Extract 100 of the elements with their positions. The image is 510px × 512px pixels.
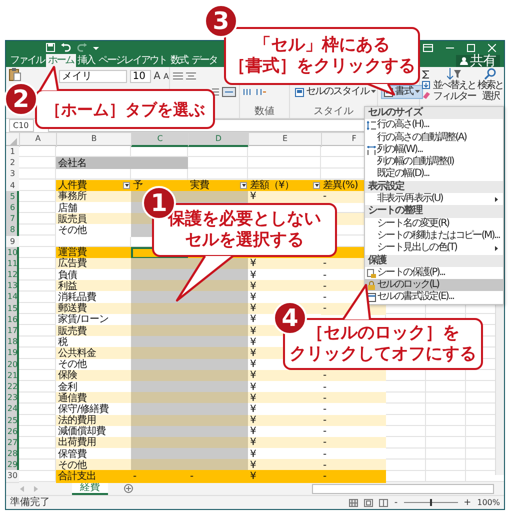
table-cell: ¥ <box>248 280 321 292</box>
table-cell: - <box>131 470 188 483</box>
table-cell: 販売員 <box>56 213 131 226</box>
row-number: 9 <box>6 236 19 248</box>
ribbon-tab[interactable]: ホーム <box>46 54 76 67</box>
table-cell: ¥ <box>248 392 321 404</box>
zoom-in-button[interactable]: + <box>464 498 472 508</box>
row-number: 23 <box>6 392 19 404</box>
row-number: 13 <box>6 280 19 292</box>
row-number: 26 <box>6 426 19 438</box>
row-number: 8 <box>6 224 19 237</box>
table-cell: 法的費用 <box>56 414 131 427</box>
table-cell: ¥ <box>248 370 321 382</box>
table-cell: 負債 <box>56 269 131 282</box>
column-header[interactable]: C <box>131 133 188 147</box>
table-cell: その他 <box>56 459 131 472</box>
menu-section-header: 保護 <box>365 254 503 267</box>
table-cell: ¥ <box>248 291 321 304</box>
ribbon-tab[interactable]: 数式 <box>168 54 190 67</box>
row-number: 24 <box>6 403 19 416</box>
ribbon-tab[interactable]: ファイル <box>8 54 46 67</box>
table-cell: ¥ <box>248 190 321 203</box>
table-cell: ¥ <box>248 470 321 483</box>
table-cell: - <box>321 426 386 438</box>
row-number: 5 <box>6 190 19 203</box>
table-cell: 販売費 <box>56 325 131 338</box>
table-cell: 郵送費 <box>56 302 131 315</box>
table-cell: 減価償却費 <box>56 426 131 438</box>
table-cell: - <box>321 470 386 483</box>
grow-font-button[interactable]: A <box>154 70 161 82</box>
row-number: 17 <box>6 325 19 338</box>
table-cell: - <box>321 403 386 416</box>
column-header-label: 実費 <box>190 180 209 192</box>
ribbon-tab[interactable]: データ <box>190 54 219 67</box>
shrink-font-button[interactable]: A <box>164 72 169 80</box>
table-cell: ¥ <box>248 403 321 416</box>
column-header-label: 人件費 <box>58 180 86 192</box>
table-cell: - <box>188 470 248 483</box>
callout: ［ホーム］タブを選ぶ <box>35 89 215 129</box>
table-cell: 通信費 <box>56 392 131 404</box>
step-number-badge: 3 <box>204 4 238 38</box>
table-cell: 消耗品費 <box>56 291 131 304</box>
menu-section-header: シートの整理 <box>365 205 503 218</box>
table-cell: ¥ <box>248 448 321 460</box>
table-cell: ¥ <box>248 459 321 472</box>
group-label: 数値 <box>254 106 274 117</box>
table-cell: - <box>321 370 386 382</box>
table-cell: - <box>321 414 386 427</box>
row-number: 19 <box>6 347 19 360</box>
table-cell: 会社名 <box>56 157 188 170</box>
menu-item[interactable]: 列の幅の自動調整(I) <box>365 156 503 168</box>
column-header-label: 差額（¥） <box>250 180 294 192</box>
table-cell: 公共料金 <box>56 347 131 360</box>
group-label: スタイル <box>314 106 354 117</box>
table-cell: 保管費 <box>56 448 131 460</box>
table-cell: - <box>321 392 386 404</box>
row-number: 15 <box>6 302 19 315</box>
row-number: 7 <box>6 213 19 226</box>
menu-item[interactable]: シートの移動またはコピー(M)... <box>365 230 503 242</box>
table-cell: ¥ <box>248 426 321 438</box>
table-cell: - <box>321 459 386 472</box>
menu-section-header: 表示設定 <box>365 180 503 194</box>
menu-item[interactable]: シート名の変更(R) <box>365 218 503 230</box>
font-size-field[interactable]: 10 <box>130 70 151 82</box>
row-number: 4 <box>6 180 19 192</box>
row-number: 3 <box>6 168 19 181</box>
menu-item[interactable]: 行の高さ(H)... <box>365 119 503 132</box>
menu-item[interactable]: シート見出しの色(T) <box>365 242 503 255</box>
table-cell: 保険 <box>56 370 131 382</box>
row-number: 10 <box>6 246 19 259</box>
menu-item[interactable]: 既定の幅(D)... <box>365 168 503 181</box>
table-cell: ¥ <box>248 414 321 427</box>
row-number: 20 <box>6 358 19 371</box>
row-number: 21 <box>6 370 19 382</box>
table-cell: 保守/修繕費 <box>56 403 131 416</box>
status-text: 準備完了 <box>10 496 50 508</box>
ribbon-tab[interactable]: ページレイアウト <box>96 54 168 67</box>
table-cell: 事務所 <box>56 190 131 203</box>
row-number: 30 <box>6 470 19 483</box>
zoom-out-button[interactable]: - <box>394 498 398 508</box>
table-cell: ¥ <box>248 269 321 282</box>
row-number: 29 <box>6 459 19 472</box>
menu-item[interactable]: セルのロック(L) <box>365 279 503 292</box>
name-box[interactable]: C10 <box>9 119 34 132</box>
row-number: 12 <box>6 269 19 282</box>
cell-styles-button[interactable]: セルのスタイル <box>293 86 378 98</box>
zoom-level: 100% <box>477 498 500 507</box>
table-cell: その他 <box>56 224 131 237</box>
header-cell: 運営費 <box>56 246 131 259</box>
row-number: 14 <box>6 291 19 304</box>
column-header[interactable]: D <box>188 133 248 147</box>
row-number: 28 <box>6 448 19 460</box>
row-number: 25 <box>6 414 19 427</box>
table-cell: - <box>321 448 386 460</box>
ribbon-tab[interactable]: 挿入 <box>76 54 96 67</box>
row-number: 18 <box>6 336 19 348</box>
row-number: 1 <box>6 146 19 158</box>
table-cell: その他 <box>56 358 131 371</box>
share-button[interactable]: 共有 <box>456 55 500 67</box>
table-cell: 利益 <box>56 280 131 292</box>
